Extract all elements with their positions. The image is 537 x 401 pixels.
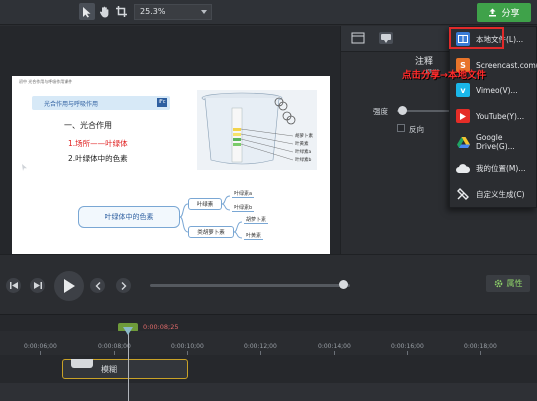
- menu-item-google-drive[interactable]: Google Drive(G)...: [452, 131, 536, 153]
- timeline-ruler[interactable]: 0:00:06;00 0:00:08;00 0:00:10;00 0:00:12…: [0, 331, 537, 355]
- clip-icon: [71, 359, 93, 368]
- playback-controls: 属性: [0, 254, 537, 314]
- upload-icon: [489, 8, 497, 17]
- properties-button[interactable]: 属性: [486, 275, 530, 292]
- annotation-properties-tab-icon[interactable]: [379, 32, 393, 44]
- beaker-label: 叶绿素b: [295, 158, 312, 163]
- previous-button[interactable]: [90, 278, 105, 293]
- properties-title: 注释: [415, 57, 434, 67]
- mindmap-leaf: 叶绿素b: [232, 205, 255, 212]
- chevron-down-icon: [201, 10, 207, 14]
- timeline[interactable]: 0:00:08;25 0:00:06;00 0:00:08;00 0:00:10…: [0, 314, 537, 401]
- share-button[interactable]: 分享: [477, 3, 531, 22]
- vimeo-icon: v: [456, 83, 470, 97]
- scrub-bar[interactable]: [150, 284, 350, 287]
- mindmap-leaf: 叶绿素a: [232, 191, 255, 198]
- step-forward-icon: [33, 282, 42, 289]
- tick-mark: [480, 351, 481, 355]
- menu-item-label: Vimeo(V)...: [476, 85, 518, 95]
- share-label: 分享: [501, 9, 520, 19]
- menu-item-label: 我的位置(M)...: [476, 163, 526, 173]
- tick-label: 0:00:16;00: [391, 343, 424, 350]
- tick-mark: [114, 351, 115, 355]
- strength-label: 强度: [373, 107, 388, 116]
- pan-hand-tool-icon[interactable]: [96, 3, 112, 20]
- step-forward-button[interactable]: [30, 278, 45, 293]
- menu-item-vimeo[interactable]: v Vimeo(V)...: [452, 79, 536, 101]
- reverse-label: 反向: [409, 125, 424, 134]
- clip-label: 模糊: [101, 365, 117, 374]
- tick-mark: [40, 351, 41, 355]
- properties-label: 属性: [506, 279, 523, 288]
- instruction-annotation: 点击分享→本地文件: [402, 70, 486, 81]
- playhead-time: 0:00:08;25: [143, 323, 179, 331]
- tick-mark: [407, 351, 408, 355]
- google-drive-icon: [456, 135, 470, 149]
- tick-label: 0:00:12;00: [244, 343, 277, 350]
- chevron-left-icon: [95, 281, 100, 290]
- scrub-handle[interactable]: [339, 280, 348, 289]
- mindmap-node: 叶绿素: [188, 198, 222, 210]
- mindmap-node: 类胡萝卜素: [188, 226, 234, 238]
- video-properties-tab-icon[interactable]: [351, 32, 365, 44]
- beaker-label: 叶绿素a: [295, 150, 312, 155]
- tick-mark: [260, 351, 261, 355]
- strength-slider-handle[interactable]: [398, 106, 407, 115]
- cloud-icon: [456, 161, 470, 175]
- tick-label: 0:00:06;00: [24, 343, 57, 350]
- tick-mark: [334, 351, 335, 355]
- mindmap-leaf: 叶黄素: [244, 233, 264, 240]
- tick-label: 0:00:14;00: [318, 343, 351, 350]
- chevron-right-icon: [121, 281, 126, 290]
- share-dropdown-menu: 本地文件(L)... S Screencast.com(S)... v Vime…: [449, 26, 537, 208]
- canvas-preview[interactable]: 初中 光合作用与呼吸作用课件 光合作用与呼吸作用 iFc 一、光合作用 1.场所…: [0, 26, 340, 258]
- menu-item-custom-production[interactable]: 自定义生成(C): [452, 183, 536, 205]
- tick-mark: [187, 351, 188, 355]
- zoom-value: 25.3%: [140, 7, 166, 16]
- top-toolbar: 25.3% 分享: [0, 0, 537, 25]
- local-file-highlight-box: [449, 27, 504, 49]
- zoom-dropdown[interactable]: 25.3%: [134, 4, 212, 20]
- step-back-icon: [9, 282, 18, 289]
- timeline-track[interactable]: [0, 383, 537, 401]
- gear-icon: [494, 279, 502, 288]
- step-back-button[interactable]: [6, 278, 21, 293]
- crop-tool-icon[interactable]: [113, 3, 129, 20]
- mindmap-root: 叶绿体中的色素: [78, 206, 180, 228]
- tick-label: 0:00:10;00: [171, 343, 204, 350]
- pointer-tool-icon[interactable]: [79, 3, 95, 20]
- menu-item-label: YouTube(Y)...: [476, 111, 525, 121]
- playhead-line: [128, 329, 129, 401]
- beaker-label: 胡萝卜素: [295, 134, 313, 139]
- youtube-icon: [456, 109, 470, 123]
- slide-preview[interactable]: 初中 光合作用与呼吸作用课件 光合作用与呼吸作用 iFc 一、光合作用 1.场所…: [12, 76, 330, 258]
- menu-item-label: Google Drive(G)...: [476, 133, 515, 151]
- blur-clip[interactable]: 模糊: [62, 359, 188, 379]
- tools-icon: [456, 187, 470, 201]
- reverse-checkbox[interactable]: [397, 124, 405, 132]
- next-button[interactable]: [116, 278, 131, 293]
- tick-label: 0:00:08;00: [98, 343, 131, 350]
- play-button[interactable]: [54, 271, 84, 301]
- play-icon: [64, 279, 75, 293]
- mindmap-leaf: 胡萝卜素: [244, 217, 269, 224]
- tick-label: 0:00:18;00: [464, 343, 497, 350]
- playhead-handle[interactable]: [123, 327, 133, 335]
- menu-item-my-places[interactable]: 我的位置(M)...: [452, 157, 536, 179]
- beaker-label: 叶黄素: [295, 142, 309, 147]
- menu-item-label: 自定义生成(C): [476, 189, 525, 199]
- menu-item-youtube[interactable]: YouTube(Y)...: [452, 105, 536, 127]
